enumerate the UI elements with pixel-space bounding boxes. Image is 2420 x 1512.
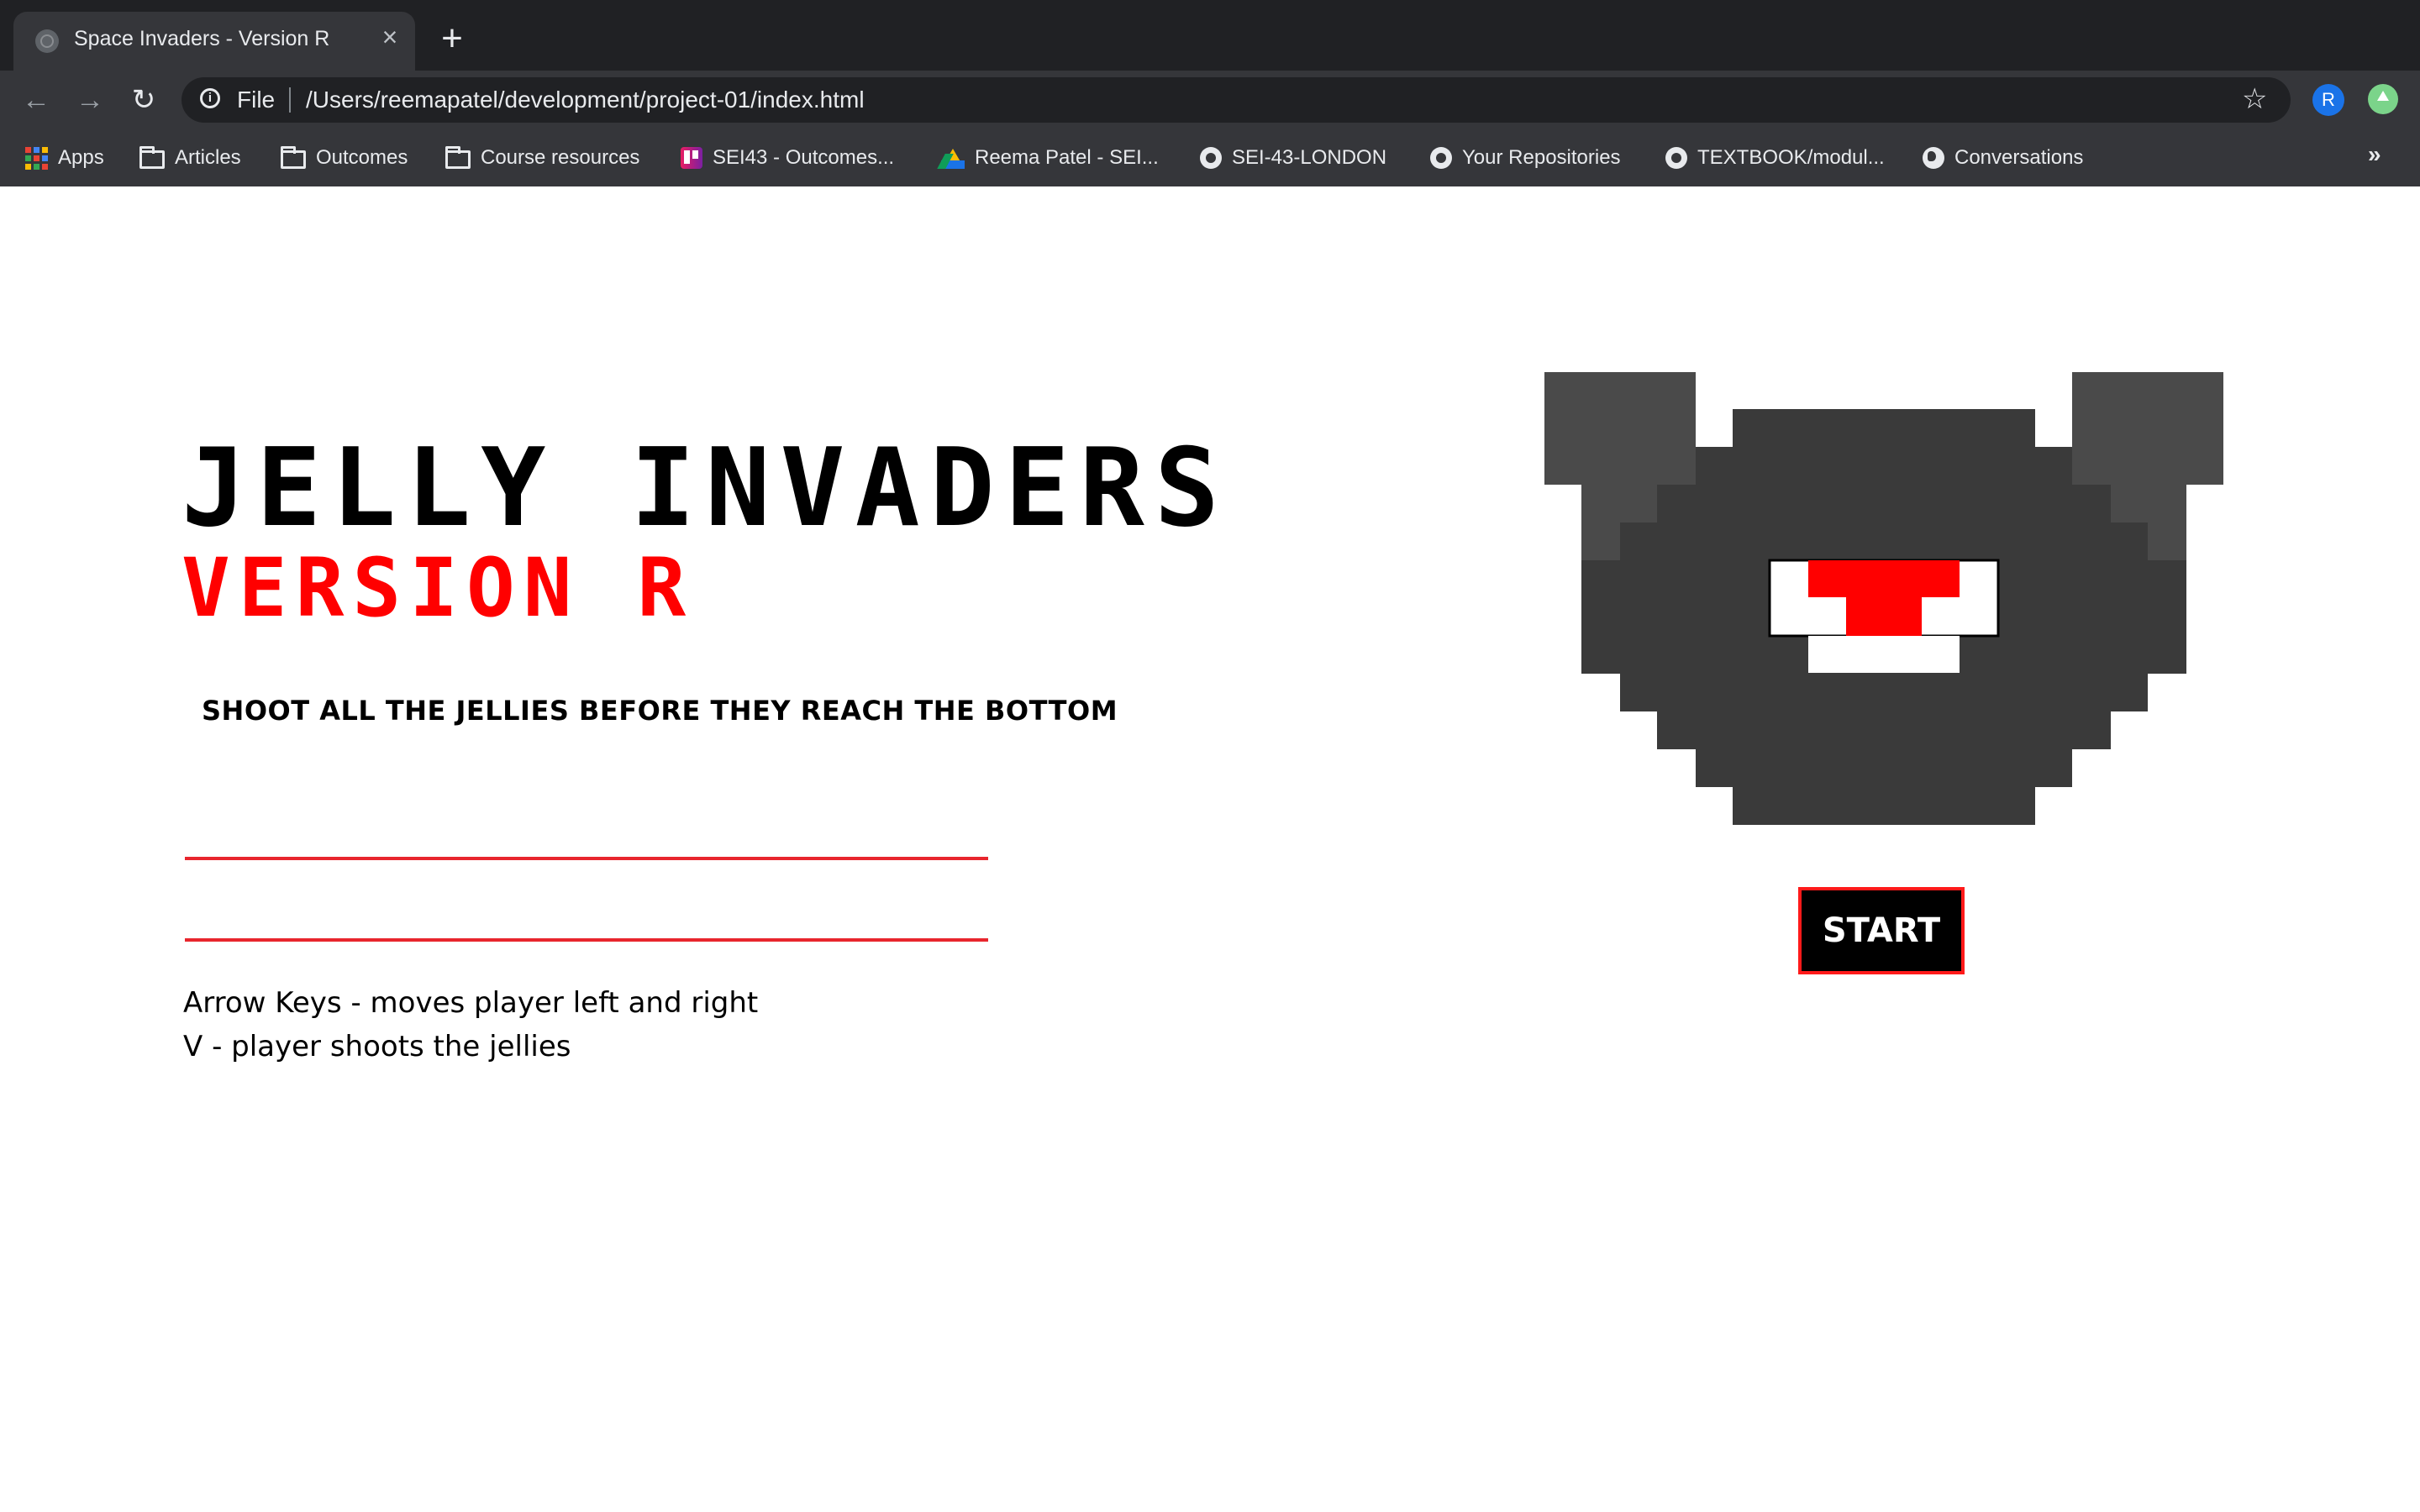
tab-strip: Space Invaders - Version R × + (0, 0, 2420, 71)
github-icon (1200, 147, 1222, 169)
browser-tab[interactable]: Space Invaders - Version R × (13, 12, 415, 71)
bookmark-label: SEI-43-LONDON (1232, 146, 1387, 169)
tab-title: Space Invaders - Version R (74, 27, 330, 50)
bookmark-apps[interactable]: Apps (25, 141, 104, 175)
url-scheme: File (237, 87, 276, 113)
folder-icon (139, 145, 165, 169)
bookmark-textbook[interactable]: TEXTBOOK/modul... (1665, 141, 1885, 175)
bookmark-label: Reema Patel - SEI... (975, 146, 1159, 169)
globe-icon (1923, 147, 1944, 169)
github-icon (1430, 147, 1452, 169)
bookmark-label: Articles (175, 146, 241, 169)
browser-chrome: Space Invaders - Version R × + ← → ↻ i F… (0, 0, 2420, 186)
bookmark-label: TEXTBOOK/modul... (1697, 146, 1885, 169)
game-title: JELLY INVADERS (182, 426, 1229, 551)
github-icon (1665, 147, 1687, 169)
jelly-invader-sprite (1544, 372, 2223, 825)
back-button[interactable]: ← (17, 81, 55, 119)
bookmark-outcomes[interactable]: Outcomes (281, 141, 408, 175)
bookmark-sei43-outcomes[interactable]: SEI43 - Outcomes... (681, 141, 894, 175)
bookmark-course-resources[interactable]: Course resources (445, 141, 639, 175)
info-icon[interactable]: i (200, 88, 220, 108)
apps-icon (25, 146, 48, 170)
more-bookmarks-button[interactable]: » (2368, 141, 2381, 168)
bookmark-label: Apps (58, 146, 104, 169)
divider-top (185, 857, 988, 860)
url-text[interactable]: /Users/reemapatel/development/project-01… (306, 87, 865, 113)
address-bar[interactable]: i File /Users/reemapatel/development/pro… (182, 77, 2291, 123)
bookmark-label: Your Repositories (1462, 146, 1621, 169)
close-tab-icon[interactable]: × (375, 22, 405, 52)
instruction-shoot: V - player shoots the jellies (183, 1030, 571, 1063)
extension-icon[interactable] (2368, 84, 2398, 114)
trello-icon (681, 147, 702, 169)
game-tagline: SHOOT ALL THE JELLIES BEFORE THEY REACH … (202, 695, 1118, 727)
bookmark-label: Course resources (481, 146, 640, 169)
url-separator (289, 87, 291, 113)
browser-toolbar: ← → ↻ i File /Users/reemapatel/developme… (0, 71, 2420, 129)
folder-icon (445, 145, 471, 169)
google-drive-icon (941, 149, 965, 169)
bookmark-label: Outcomes (316, 146, 408, 169)
bookmark-sei-43-london[interactable]: SEI-43-LONDON (1200, 141, 1386, 175)
new-tab-button[interactable]: + (434, 20, 471, 57)
reload-button[interactable]: ↻ (124, 81, 163, 119)
bookmark-label: Conversations (1954, 146, 2084, 169)
globe-icon (35, 29, 59, 53)
start-button[interactable]: START (1798, 887, 1965, 974)
bookmark-your-repositories[interactable]: Your Repositories (1430, 141, 1621, 175)
game-subtitle: VERSION R (182, 541, 695, 635)
divider-bottom (185, 938, 988, 942)
bookmark-star-icon[interactable]: ☆ (2242, 82, 2267, 116)
bookmark-label: SEI43 - Outcomes... (713, 146, 895, 169)
forward-button[interactable]: → (71, 81, 109, 119)
bookmarks-bar: Apps Articles Outcomes Course resources … (0, 129, 2420, 186)
instruction-arrow-keys: Arrow Keys - moves player left and right (183, 986, 759, 1020)
profile-avatar[interactable]: R (2312, 84, 2344, 116)
bookmark-articles[interactable]: Articles (139, 141, 241, 175)
folder-icon (281, 145, 306, 169)
bookmark-reema-patel[interactable]: Reema Patel - SEI... (941, 141, 1159, 175)
bookmark-conversations[interactable]: Conversations (1923, 141, 2083, 175)
